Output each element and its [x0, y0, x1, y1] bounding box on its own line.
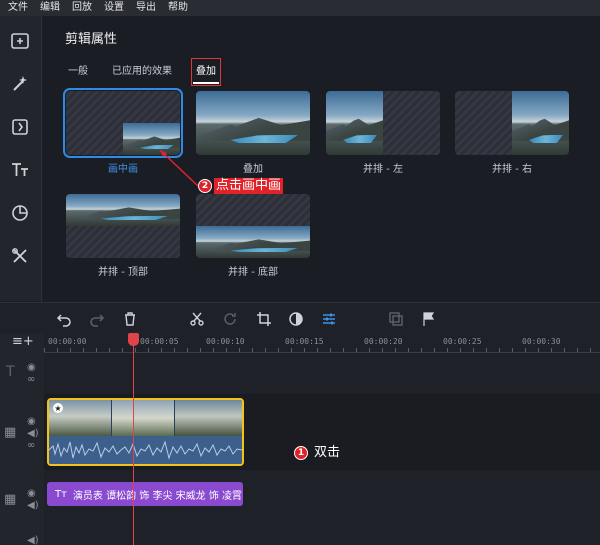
star-icon: ★ [53, 403, 63, 413]
film-strip-icon: ▦ [4, 492, 17, 507]
rotate-icon [224, 313, 236, 325]
ruler-label: 00:00:00 [48, 337, 87, 346]
ruler-label: 00:00:20 [364, 337, 403, 346]
contrast-icon [289, 312, 303, 326]
ruler-label: 00:00:05 [140, 337, 179, 346]
title-track[interactable] [44, 353, 600, 391]
title-clip-text: 演员表 谭松韵 饰 李尖 宋威龙 饰 凌霄 [72, 490, 243, 502]
visibility-eye-icon[interactable]: ◉ [27, 362, 36, 373]
crop-icon [257, 312, 271, 326]
redo-icon [90, 314, 105, 327]
ruler-label: 00:00:15 [285, 337, 324, 346]
title-clip-icon: Tт [55, 488, 67, 500]
ruler-label: 00:00:25 [443, 337, 482, 346]
link-icon[interactable]: ∞ [27, 440, 35, 451]
ruler-ticks [44, 348, 600, 352]
visibility-eye-icon[interactable]: ◉ [27, 416, 36, 427]
ruler-label: 00:00:10 [206, 337, 245, 346]
trash-icon [125, 312, 135, 326]
app-window: 文件 编辑 回放 设置 导出 帮助 剪辑属性 一般 已应用的效果 叠加 画中画 … [0, 0, 600, 545]
playhead-line [133, 334, 134, 545]
audio-waveform [49, 436, 242, 464]
clip-frame [175, 400, 242, 436]
step-1-badge: 1 [294, 446, 308, 460]
clip-properties-button[interactable] [320, 310, 338, 328]
clip-frame [112, 400, 174, 436]
link-icon[interactable]: ∞ [27, 374, 35, 385]
volume-icon[interactable]: ◀) [27, 535, 39, 545]
film-strip-icon: ▦ [4, 425, 17, 440]
redo-button[interactable] [88, 310, 106, 328]
delete-button[interactable] [121, 310, 139, 328]
undo-icon [56, 314, 71, 327]
volume-icon[interactable]: ◀) [27, 500, 39, 511]
timeline-toolbar [0, 303, 600, 335]
step-1-label: 双击 [314, 445, 341, 460]
ruler-label: 00:00:30 [522, 337, 561, 346]
playhead-handle[interactable] [128, 333, 139, 346]
volume-icon[interactable]: ◀) [27, 428, 39, 439]
undo-button[interactable] [55, 310, 73, 328]
layers-icon [389, 312, 403, 326]
title-track-icon: T [6, 364, 15, 380]
add-marker-button[interactable] [420, 310, 438, 328]
step-2-badge: 2 [198, 179, 212, 193]
flag-icon [423, 312, 435, 326]
scissors-icon [190, 312, 204, 326]
video-clip[interactable]: ★ [47, 398, 244, 466]
sliders-icon [323, 313, 335, 325]
cut-button[interactable] [188, 310, 206, 328]
title-clip[interactable]: Tт 演员表 谭松韵 饰 李尖 宋威龙 饰 凌霄 [47, 482, 243, 506]
add-track-icon[interactable]: ≡+ [12, 334, 34, 349]
color-adjust-button[interactable] [287, 310, 305, 328]
overlay-mode-button[interactable] [387, 310, 405, 328]
crop-button[interactable] [255, 310, 273, 328]
rotate-button[interactable] [221, 310, 239, 328]
visibility-eye-icon[interactable]: ◉ [27, 488, 36, 499]
step-2-label: 点击画中画 [214, 178, 284, 194]
